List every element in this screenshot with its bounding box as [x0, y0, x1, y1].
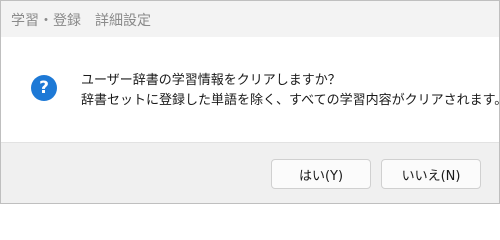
- dialog-content: ? ユーザー辞書の学習情報をクリアしますか？ 辞書セットに登録した単語を除く、す…: [1, 37, 500, 142]
- message-line-1: ユーザー辞書の学習情報をクリアしますか？: [81, 73, 341, 88]
- yes-button[interactable]: はい(Y): [271, 159, 371, 189]
- message-line-2: 辞書セットに登録した単語を除く、すべての学習内容がクリアされます。: [81, 93, 500, 108]
- dialog-message: ユーザー辞書の学習情報をクリアしますか？ 辞書セットに登録した単語を除く、すべて…: [81, 71, 500, 111]
- button-bar: はい(Y) いいえ(N): [1, 142, 499, 203]
- title-bar[interactable]: 学習・登録 詳細設定: [1, 1, 499, 37]
- no-button[interactable]: いいえ(N): [381, 159, 481, 189]
- window-title: 学習・登録 詳細設定: [11, 13, 151, 29]
- confirm-dialog: 学習・登録 詳細設定 ? ユーザー辞書の学習情報をクリアしますか？ 辞書セットに…: [0, 0, 500, 204]
- question-icon: ?: [31, 75, 57, 101]
